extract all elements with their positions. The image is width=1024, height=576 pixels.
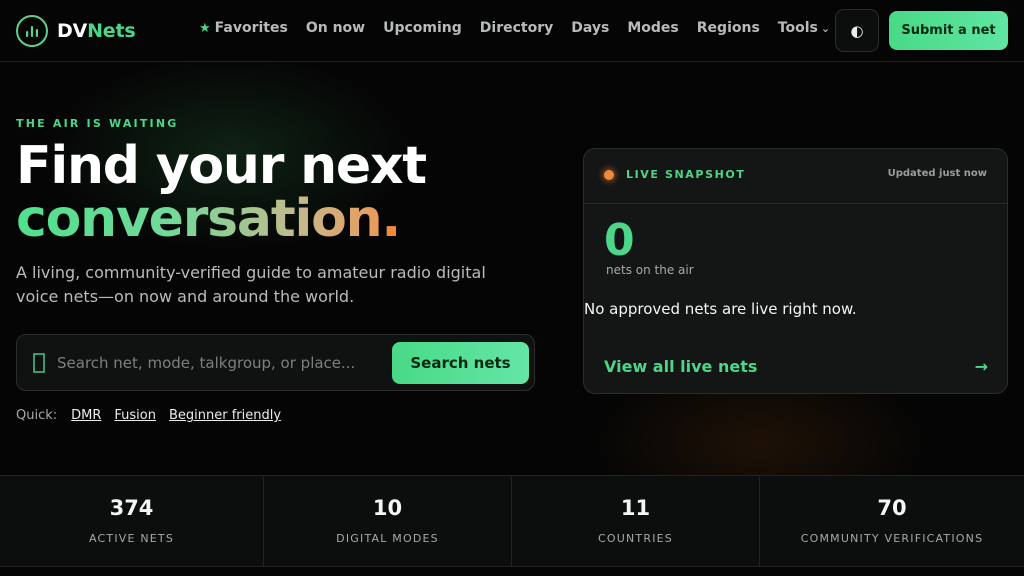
stat-label: COUNTRIES bbox=[598, 532, 673, 545]
arrow-right-icon: → bbox=[974, 356, 988, 376]
stat-active-nets: 374 ACTIVE NETS bbox=[0, 476, 264, 566]
nav-days[interactable]: Days bbox=[571, 20, 609, 36]
hero-eyebrow: THE AIR IS WAITING bbox=[16, 117, 179, 130]
quick-link-dmr[interactable]: DMR bbox=[71, 408, 101, 423]
logo[interactable]: DVNets bbox=[16, 14, 136, 47]
stat-value: 10 bbox=[372, 496, 403, 520]
nav-modes[interactable]: Modes bbox=[627, 20, 678, 36]
stat-value: 70 bbox=[877, 496, 907, 520]
live-snapshot-header: LIVE SNAPSHOT Updated just now bbox=[584, 149, 1007, 204]
no-live-nets-message: No approved nets are live right now. bbox=[584, 300, 857, 318]
nav-upcoming[interactable]: Upcoming bbox=[383, 20, 462, 36]
search-icon bbox=[31, 351, 47, 375]
submit-net-button[interactable]: Submit a net bbox=[889, 11, 1008, 50]
nav-regions[interactable]: Regions bbox=[697, 20, 760, 36]
stat-label: COMMUNITY VERIFICATIONS bbox=[800, 532, 984, 545]
stat-label: DIGITAL MODES bbox=[336, 532, 439, 545]
stat-community-verifications: 70 COMMUNITY VERIFICATIONS bbox=[760, 476, 1024, 566]
live-indicator-icon bbox=[604, 170, 614, 180]
search-nets-button[interactable]: Search nets bbox=[392, 342, 529, 384]
live-updated-timestamp: Updated just now bbox=[887, 168, 987, 179]
stat-value: 374 bbox=[109, 496, 154, 520]
nav-tools-label: Tools bbox=[777, 20, 818, 36]
hero-subtitle: A living, community-verified guide to am… bbox=[16, 263, 486, 306]
logo-suffix: Nets bbox=[87, 19, 136, 42]
nav-tools-dropdown[interactable]: Tools ⌄ bbox=[778, 20, 830, 36]
hero-headline-punct: . bbox=[381, 189, 401, 249]
live-net-count-label: nets on the air bbox=[606, 263, 694, 277]
hero-headline-highlight: conversation bbox=[16, 189, 382, 249]
live-snapshot-title: LIVE SNAPSHOT bbox=[626, 168, 746, 181]
quick-filters: Quick: DMR Fusion Beginner friendly bbox=[16, 408, 294, 423]
stat-countries: 11 COUNTRIES bbox=[512, 476, 760, 566]
signal-bars-icon bbox=[16, 14, 48, 47]
logo-prefix: DV bbox=[57, 19, 88, 42]
stats-strip: 374 ACTIVE NETS 10 DIGITAL MODES 11 COUN… bbox=[0, 475, 1024, 567]
chevron-down-icon: ⌄ bbox=[820, 22, 831, 35]
top-navigation-bar: DVNets ★ Favorites On now Upcoming Direct… bbox=[0, 0, 1024, 62]
theme-toggle-button[interactable]: ◐ bbox=[835, 9, 879, 52]
quick-label: Quick: bbox=[16, 408, 58, 423]
logo-wordmark: DVNets bbox=[57, 19, 136, 42]
nav-directory[interactable]: Directory bbox=[480, 20, 553, 36]
main-nav: ★ Favorites On now Upcoming Directory Day… bbox=[199, 20, 830, 36]
nav-favorites-label: Favorites bbox=[214, 20, 288, 36]
nav-favorites[interactable]: ★ Favorites bbox=[199, 20, 288, 36]
view-all-live-nets-link[interactable]: View all live nets → bbox=[604, 355, 988, 377]
search-bar: Search nets bbox=[16, 334, 535, 391]
nav-on-now[interactable]: On now bbox=[306, 20, 365, 36]
live-net-count: 0 bbox=[604, 215, 635, 266]
view-all-label: View all live nets bbox=[604, 356, 758, 376]
stat-value: 11 bbox=[620, 496, 651, 520]
stat-label: ACTIVE NETS bbox=[88, 532, 175, 545]
live-snapshot-card: LIVE SNAPSHOT Updated just now 0 nets on… bbox=[583, 148, 1008, 394]
star-icon: ★ bbox=[199, 21, 211, 36]
contrast-icon: ◐ bbox=[850, 21, 864, 40]
hero-headline-line1: Find your next bbox=[16, 136, 427, 196]
quick-link-beginner-friendly[interactable]: Beginner friendly bbox=[169, 408, 281, 423]
hero-headline-line2: conversation. bbox=[16, 189, 401, 249]
quick-link-fusion[interactable]: Fusion bbox=[114, 408, 156, 423]
search-input[interactable] bbox=[57, 349, 387, 377]
stat-digital-modes: 10 DIGITAL MODES bbox=[264, 476, 512, 566]
